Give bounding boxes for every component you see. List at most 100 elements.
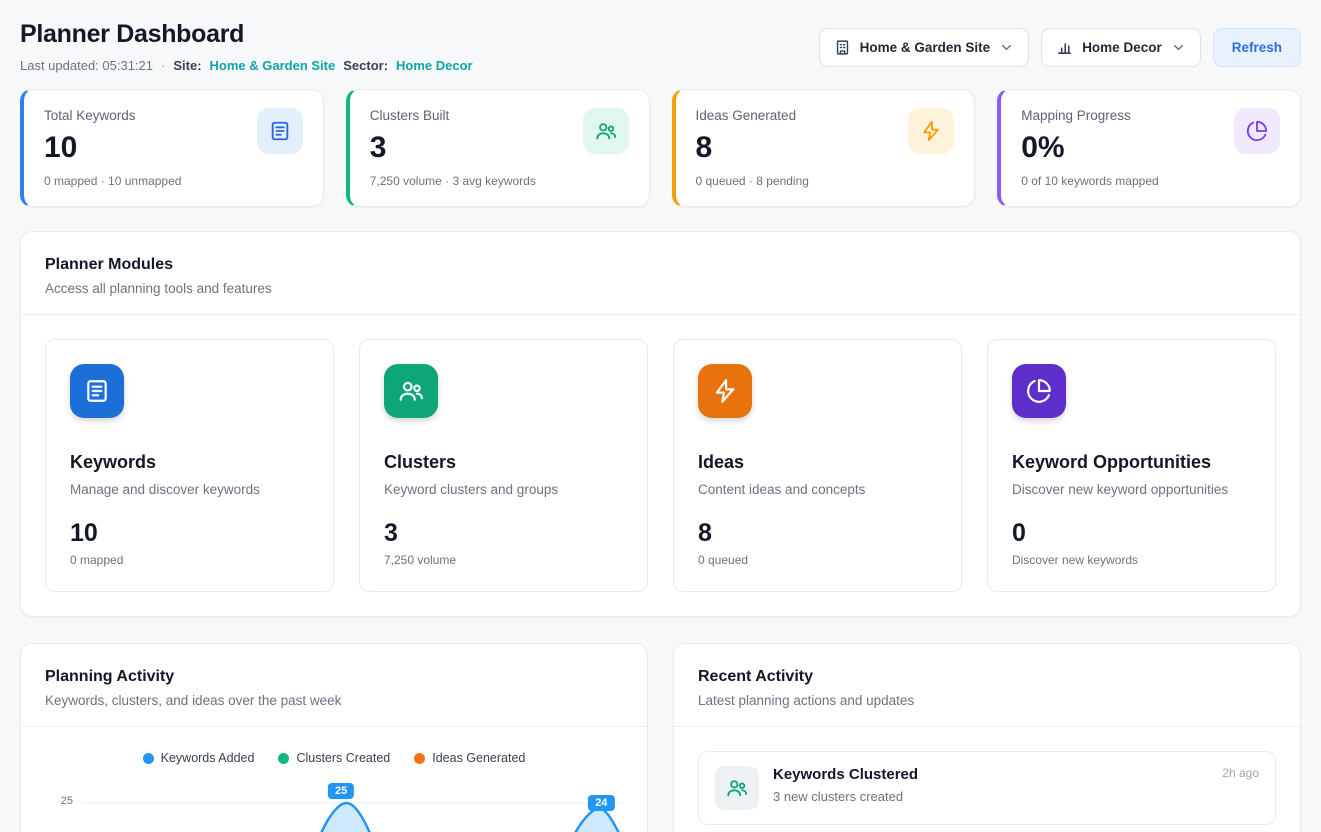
activity-item-description: 3 new clusters created	[773, 789, 1208, 804]
stat-info: Mapping Progress 0% 0 of 10 keywords map…	[1021, 108, 1158, 188]
module-title: Clusters	[384, 452, 623, 473]
page-title: Planner Dashboard	[20, 20, 473, 49]
module-title: Keyword Opportunities	[1012, 452, 1251, 473]
chevron-down-icon	[999, 40, 1014, 55]
modules-section-title: Planner Modules	[45, 256, 1276, 274]
stat-info: Ideas Generated 8 0 queued · 8 pending	[696, 108, 809, 188]
users-icon	[384, 364, 438, 418]
stat-info: Total Keywords 10 0 mapped · 10 unmapped	[44, 108, 181, 188]
bar-chart-icon	[1056, 39, 1073, 56]
stat-card-ideas-generated: Ideas Generated 8 0 queued · 8 pending	[672, 89, 976, 207]
planner-modules-section: Planner Modules Access all planning tool…	[20, 231, 1301, 617]
pie-chart-icon	[1234, 108, 1280, 154]
stat-detail: 0 mapped · 10 unmapped	[44, 174, 181, 188]
pie-chart-icon	[1012, 364, 1066, 418]
chart-plot-area: 25 24	[81, 781, 623, 832]
legend-dot	[143, 753, 154, 764]
divider	[21, 314, 1300, 315]
stat-card-total-keywords: Total Keywords 10 0 mapped · 10 unmapped	[20, 89, 324, 207]
legend-item-clusters-created[interactable]: Clusters Created	[278, 751, 390, 765]
module-detail: Discover new keywords	[1012, 553, 1251, 567]
site-label: Site:	[173, 58, 201, 73]
divider	[21, 726, 647, 727]
document-icon	[257, 108, 303, 154]
stat-label: Total Keywords	[44, 108, 181, 123]
area-chart: 25 25 24	[45, 781, 623, 832]
legend-item-keywords-added[interactable]: Keywords Added	[143, 751, 255, 765]
recent-activity-title: Recent Activity	[698, 668, 1276, 686]
planner-dashboard-page: Planner Dashboard Last updated: 05:31:21…	[0, 0, 1321, 832]
module-value: 8	[698, 519, 937, 548]
module-detail: 0 mapped	[70, 553, 309, 567]
sector-label: Sector:	[343, 58, 388, 73]
chart-y-axis: 25	[45, 781, 81, 832]
legend-label: Ideas Generated	[432, 751, 525, 765]
y-axis-tick: 25	[61, 795, 73, 807]
topbar: Planner Dashboard Last updated: 05:31:21…	[20, 20, 1301, 73]
stat-detail: 7,250 volume · 3 avg keywords	[370, 174, 536, 188]
planning-activity-subtitle: Keywords, clusters, and ideas over the p…	[45, 693, 623, 708]
sector-selector-label: Home Decor	[1082, 40, 1162, 55]
module-value: 3	[384, 519, 623, 548]
stat-value: 3	[370, 131, 536, 165]
activity-item-timestamp: 2h ago	[1222, 766, 1259, 810]
stat-detail: 0 of 10 keywords mapped	[1021, 174, 1158, 188]
module-card-keyword-opportunities[interactable]: Keyword Opportunities Discover new keywo…	[987, 339, 1276, 592]
legend-dot	[414, 753, 425, 764]
modules-grid: Keywords Manage and discover keywords 10…	[45, 339, 1276, 592]
recent-activity-card: Recent Activity Latest planning actions …	[673, 643, 1301, 832]
stat-card-mapping-progress: Mapping Progress 0% 0 of 10 keywords map…	[997, 89, 1301, 207]
module-card-ideas[interactable]: Ideas Content ideas and concepts 8 0 que…	[673, 339, 962, 592]
last-updated-text: Last updated: 05:31:21	[20, 58, 153, 73]
data-point-label: 25	[328, 783, 354, 799]
bolt-icon	[698, 364, 752, 418]
stat-value: 0%	[1021, 131, 1158, 165]
stats-row: Total Keywords 10 0 mapped · 10 unmapped…	[20, 89, 1301, 207]
bolt-icon	[908, 108, 954, 154]
module-title: Keywords	[70, 452, 309, 473]
legend-label: Clusters Created	[296, 751, 390, 765]
module-card-keywords[interactable]: Keywords Manage and discover keywords 10…	[45, 339, 334, 592]
legend-dot	[278, 753, 289, 764]
module-description: Keyword clusters and groups	[384, 482, 623, 497]
stat-info: Clusters Built 3 7,250 volume · 3 avg ke…	[370, 108, 536, 188]
divider	[674, 726, 1300, 727]
refresh-button[interactable]: Refresh	[1213, 28, 1301, 67]
planning-activity-title: Planning Activity	[45, 668, 623, 686]
data-point-label: 24	[588, 795, 614, 811]
sector-selector-dropdown[interactable]: Home Decor	[1041, 28, 1201, 67]
module-detail: 7,250 volume	[384, 553, 623, 567]
activity-item-title: Keywords Clustered	[773, 766, 1208, 783]
chevron-down-icon	[1171, 40, 1186, 55]
module-value: 10	[70, 519, 309, 548]
building-icon	[834, 39, 851, 56]
module-card-clusters[interactable]: Clusters Keyword clusters and groups 3 7…	[359, 339, 648, 592]
stat-label: Mapping Progress	[1021, 108, 1158, 123]
stat-value: 10	[44, 131, 181, 165]
site-link[interactable]: Home & Garden Site	[210, 58, 336, 73]
meta-separator: ·	[161, 58, 165, 73]
bottom-row: Planning Activity Keywords, clusters, an…	[20, 643, 1301, 832]
site-selector-label: Home & Garden Site	[860, 40, 991, 55]
module-title: Ideas	[698, 452, 937, 473]
topbar-left: Planner Dashboard Last updated: 05:31:21…	[20, 20, 473, 73]
site-selector-dropdown[interactable]: Home & Garden Site	[819, 28, 1030, 67]
document-icon	[70, 364, 124, 418]
module-description: Content ideas and concepts	[698, 482, 937, 497]
module-description: Discover new keyword opportunities	[1012, 482, 1251, 497]
legend-item-ideas-generated[interactable]: Ideas Generated	[414, 751, 525, 765]
users-icon	[715, 766, 759, 810]
stat-label: Ideas Generated	[696, 108, 809, 123]
recent-activity-subtitle: Latest planning actions and updates	[698, 693, 1276, 708]
modules-section-subtitle: Access all planning tools and features	[45, 281, 1276, 296]
stat-card-clusters-built: Clusters Built 3 7,250 volume · 3 avg ke…	[346, 89, 650, 207]
activity-list-item: Keywords Clustered 3 new clusters create…	[698, 751, 1276, 825]
module-value: 0	[1012, 519, 1251, 548]
stat-label: Clusters Built	[370, 108, 536, 123]
sector-link[interactable]: Home Decor	[396, 58, 473, 73]
stat-value: 8	[696, 131, 809, 165]
users-icon	[583, 108, 629, 154]
legend-label: Keywords Added	[161, 751, 255, 765]
module-detail: 0 queued	[698, 553, 937, 567]
chart-legend: Keywords Added Clusters Created Ideas Ge…	[45, 751, 623, 765]
